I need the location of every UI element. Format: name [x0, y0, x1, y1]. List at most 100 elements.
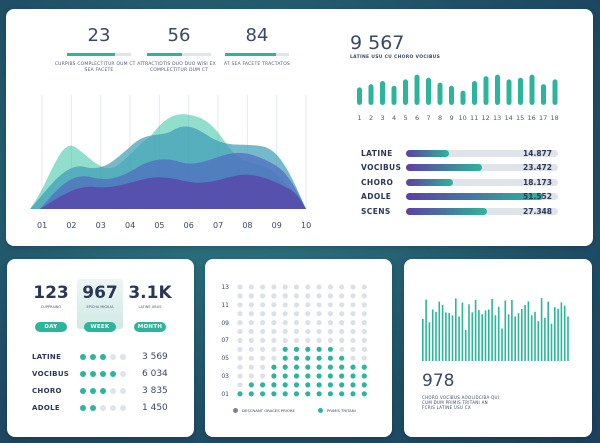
hbar-track: 18.173 [406, 178, 558, 187]
vbar-tick-label: 16 [527, 114, 536, 122]
legend-label: DESCNANT GRACES PRIORE [242, 408, 295, 413]
x-tick-label: 06 [183, 221, 194, 230]
matrix-dot [293, 284, 300, 290]
matrix-dot [271, 337, 277, 343]
matrix-dot [350, 293, 356, 299]
rating-dot [120, 354, 126, 360]
thin-bar [544, 317, 546, 361]
thin-bar [491, 298, 493, 361]
matrix-dot [293, 328, 300, 335]
vbar [506, 79, 512, 105]
matrix-dot [293, 364, 300, 370]
matrix-dot [339, 337, 345, 343]
matrix-dot [282, 364, 288, 370]
thin-bar [497, 306, 500, 361]
matrix-dot [293, 320, 300, 326]
matrix-dot [293, 337, 300, 343]
matrix-dot [248, 364, 254, 370]
y-tick-label: 03 [221, 373, 229, 380]
matrix-dot [327, 302, 333, 308]
matrix-dot [282, 391, 288, 397]
matrix-dot [339, 364, 345, 370]
matrix-dot [271, 302, 277, 308]
month-button[interactable]: MONTH [134, 322, 166, 332]
week-button[interactable]: WEEK [84, 322, 116, 332]
matrix-dot [305, 355, 311, 361]
day-button[interactable]: DAY [35, 322, 67, 332]
matrix-dot [282, 337, 288, 343]
matrix-dot [271, 346, 277, 352]
matrix-dot [327, 373, 333, 379]
matrix-dot [271, 320, 277, 326]
thin-bar [428, 322, 431, 361]
kpi-day: 123 CUPPRAINO DAY [28, 283, 74, 332]
thin-bar [524, 305, 526, 361]
dot-row-label: CHORO [32, 387, 62, 395]
matrix-dot [248, 337, 254, 343]
vbar-caption: LATINE USU CU CHORO VOCIBUS [350, 55, 441, 60]
thin-bar [507, 314, 510, 361]
kpi-month-caption: LATINE UBUS [138, 305, 162, 309]
matrix-dot [237, 364, 243, 370]
matrix-dot [327, 391, 333, 397]
vbar-tick-label: 9 [449, 114, 454, 122]
matrix-dot [361, 328, 367, 335]
matrix-dot [237, 311, 243, 317]
matrix-dot [237, 382, 243, 388]
matrix-dot [305, 391, 311, 397]
hbar-track: 23.472 [406, 163, 558, 173]
matrix-dot [248, 391, 254, 397]
thin-bar [534, 311, 536, 361]
thin-bar [527, 301, 530, 361]
matrix-dot [260, 373, 266, 379]
dot-row-value: 1 450 [142, 403, 168, 413]
matrix-dot [305, 337, 311, 343]
matrix-dot [316, 391, 322, 397]
hbar-value: 23.472 [523, 163, 552, 173]
matrix-dot [327, 328, 333, 335]
matrix-dot [361, 364, 367, 370]
matrix-dot [316, 311, 322, 317]
matrix-dot [361, 382, 367, 388]
stat-1-progress [67, 53, 131, 56]
hbar-list: LATINE 14.877 VOCIBUS 23.472 CHORO 18.173 A… [361, 146, 561, 219]
kpi-week-value: 967 [82, 283, 118, 303]
thin-bar [563, 305, 566, 361]
matrix-dot [339, 373, 345, 379]
matrix-dot [350, 284, 356, 290]
matrix-dot [237, 293, 243, 299]
matrix-dot [305, 284, 311, 290]
matrix-dot [316, 337, 322, 343]
vbar-tick-label: 2 [369, 114, 374, 122]
matrix-dot [339, 382, 345, 388]
vbar-tick-label: 15 [516, 114, 525, 122]
matrix-dot [293, 382, 300, 388]
matrix-dot [260, 311, 266, 317]
thin-bar [547, 301, 549, 361]
thin-bar [431, 309, 434, 361]
matrix-dot [271, 373, 277, 379]
hbar-label: CHORO [361, 177, 394, 187]
thin-bar [501, 328, 503, 361]
x-tick-label: 10 [301, 221, 312, 230]
rating-dot [80, 354, 86, 360]
x-tick-label: 03 [95, 221, 106, 230]
hbar-label: VOCIBUS [361, 163, 402, 173]
dot-row: CHORO 3 835 [32, 385, 168, 397]
rating-dot [90, 405, 96, 411]
matrix-dot [350, 328, 356, 335]
vbar [391, 85, 397, 105]
matrix-dot [293, 302, 300, 308]
matrix-dot [350, 302, 356, 308]
rating-dot [110, 388, 116, 394]
thin-bar [484, 310, 487, 361]
vbar-total: 9 567 [350, 32, 405, 54]
matrix-dot [361, 373, 367, 379]
matrix-dot [305, 320, 311, 326]
matrix-dot [260, 355, 266, 361]
matrix-dot [237, 355, 243, 361]
matrix-dot [248, 373, 254, 379]
vbar-chart [357, 74, 558, 105]
thin-bar [455, 298, 457, 361]
vbar [495, 74, 500, 105]
